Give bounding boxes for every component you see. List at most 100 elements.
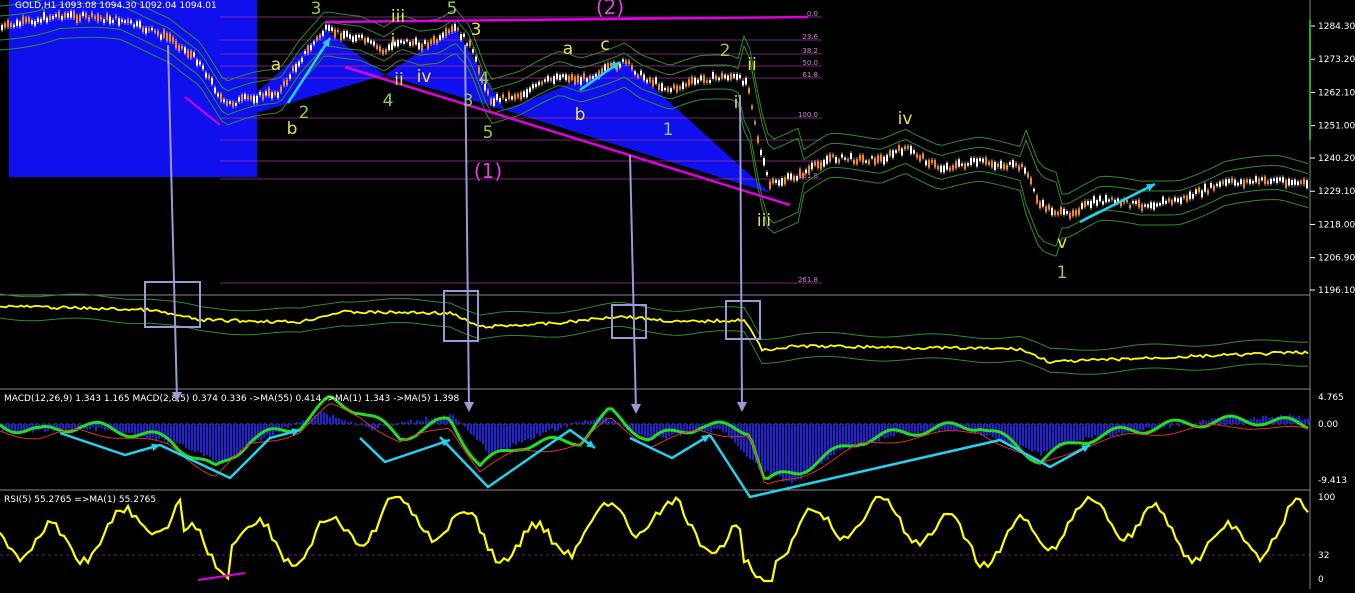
macd-bar — [482, 424, 484, 444]
macd-bar — [764, 424, 766, 472]
macd-bar — [1025, 424, 1027, 448]
candle-body — [802, 173, 804, 177]
fib-label: 23.6 — [802, 33, 818, 41]
candle-body — [1090, 201, 1092, 208]
macd-bar — [179, 424, 181, 444]
candle-body — [1237, 183, 1239, 186]
candle-body — [1207, 190, 1209, 194]
macd-bar — [332, 415, 334, 424]
candle-body — [91, 13, 93, 17]
candle-body — [895, 150, 897, 153]
candle-body — [331, 27, 333, 31]
candle-body — [1141, 204, 1143, 210]
candle-body — [838, 159, 840, 162]
candle-body — [898, 145, 900, 150]
candle-body — [652, 80, 654, 87]
candle-body — [913, 150, 915, 153]
macd-header: MACD(12,26,9) 1.343 1.165 MACD(2,8,5) 0.… — [4, 394, 459, 404]
candle-body — [424, 40, 426, 44]
macd-bar — [191, 424, 193, 450]
candle-body — [19, 22, 21, 27]
macd-bar — [299, 422, 301, 424]
candle-body — [1198, 188, 1200, 193]
fib-label: 100.0 — [798, 111, 818, 119]
macd-bar — [203, 424, 205, 456]
candle-body — [40, 19, 42, 23]
candle-body — [247, 96, 249, 99]
lilac-arrow-head — [464, 402, 474, 412]
candle-body — [970, 158, 972, 165]
candle-body — [931, 160, 933, 163]
candle-body — [22, 16, 24, 24]
candle-body — [748, 88, 750, 93]
wave-label: 2 — [720, 41, 731, 61]
candle-body — [961, 164, 963, 166]
macd-bar — [545, 424, 547, 432]
macd-bar — [611, 421, 613, 424]
rsi-line — [0, 497, 1308, 581]
candle-body — [1060, 207, 1062, 214]
candle-body — [754, 122, 756, 124]
candle-body — [505, 99, 507, 101]
macd-bar — [863, 424, 865, 443]
candle-body — [745, 78, 747, 84]
candle-body — [223, 99, 225, 102]
candle-body — [778, 180, 780, 185]
candle-body — [1219, 182, 1221, 187]
wave-label: iii — [757, 211, 771, 231]
candle-body — [433, 36, 435, 43]
macd-bar — [116, 424, 118, 430]
candle-body — [73, 11, 75, 18]
candle-body — [934, 160, 936, 167]
candle-body — [178, 45, 180, 51]
candle-body — [1096, 200, 1098, 206]
candle-body — [1018, 166, 1020, 171]
candle-body — [853, 160, 855, 164]
macd-bar — [239, 424, 241, 452]
macd-bar — [401, 422, 403, 424]
wave-label: iii — [391, 7, 405, 27]
macd-bar — [125, 424, 127, 433]
wave-label: 4 — [383, 91, 394, 111]
chart-window: 0.023.638.250.061.8100.0161.8261.8 35ac2… — [0, 0, 1355, 589]
candle-body — [706, 81, 708, 83]
candle-body — [349, 34, 351, 38]
macd-bar — [776, 424, 778, 476]
candle-body — [1267, 181, 1269, 184]
candle-body — [16, 20, 18, 26]
candle-body — [709, 80, 711, 83]
candle-body — [532, 84, 534, 88]
candle-body — [25, 18, 27, 23]
price-tick-label: 1240.20 — [1318, 154, 1355, 164]
candle-body — [661, 83, 663, 91]
candle-body — [1276, 178, 1278, 183]
price-axis: 1284.301273.201262.101251.001240.201229.… — [1309, 20, 1355, 585]
candle-body — [367, 38, 369, 42]
candle-body — [289, 75, 291, 79]
candle-body — [943, 166, 945, 173]
candle-body — [583, 73, 585, 79]
candle-body — [7, 20, 9, 27]
macd-bar — [455, 419, 457, 424]
candle-body — [736, 74, 738, 80]
macd-bar — [1013, 424, 1015, 442]
macd-bar — [59, 424, 61, 429]
candle-body — [277, 92, 279, 98]
macd-bar — [1121, 424, 1123, 435]
macd-bar — [1226, 418, 1228, 424]
candle-body — [472, 49, 474, 53]
candle-body — [940, 166, 942, 172]
candle-body — [922, 153, 924, 158]
macd-bar — [1100, 424, 1102, 435]
candle-body — [1012, 160, 1014, 167]
macd-bar — [404, 422, 406, 424]
candle-body — [799, 169, 801, 177]
macd-bar — [1229, 418, 1231, 424]
candle-body — [691, 77, 693, 84]
macd-bar — [377, 424, 379, 428]
candle-body — [124, 21, 126, 23]
candle-body — [649, 78, 651, 82]
candle-body — [1216, 184, 1218, 186]
candle-body — [1021, 164, 1023, 167]
candle-body — [55, 14, 57, 17]
